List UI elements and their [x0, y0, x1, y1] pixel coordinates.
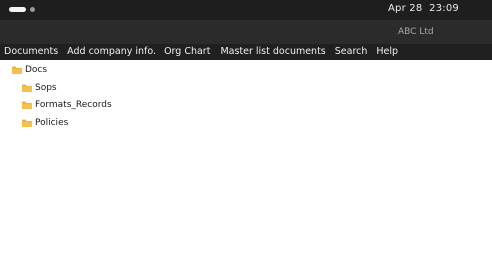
workspace-active-indicator	[9, 7, 26, 12]
menu-help[interactable]: Help	[372, 44, 402, 60]
tree-node-policies[interactable]: Policies	[22, 116, 68, 130]
clock[interactable]: Apr 28 23:09	[388, 3, 459, 14]
folder-icon	[22, 84, 32, 92]
menu-search[interactable]: Search	[331, 44, 373, 60]
activities-indicator[interactable]	[9, 6, 39, 14]
workspace-inactive-indicator	[30, 7, 35, 12]
window-titlebar[interactable]: ABC Ltd	[0, 20, 492, 44]
clock-time: 23:09	[429, 3, 459, 14]
folder-tree: Docs Sops Formats_Records Policies	[0, 60, 492, 253]
folder-icon	[12, 66, 22, 74]
tree-node-label: Sops	[35, 83, 57, 93]
menu-master-list-documents[interactable]: Master list documents	[216, 44, 330, 60]
tree-node-root[interactable]: Docs	[12, 63, 47, 77]
menu-org-chart[interactable]: Org Chart	[160, 44, 216, 60]
tree-node-formats-records[interactable]: Formats_Records	[22, 98, 112, 112]
menu-documents[interactable]: Documents	[0, 44, 63, 60]
window-title: ABC Ltd	[398, 27, 434, 37]
tree-node-label: Docs	[25, 65, 48, 75]
clock-date: Apr 28	[388, 3, 423, 14]
tree-node-label: Formats_Records	[35, 100, 112, 110]
menu-add-company-info[interactable]: Add company info.	[63, 44, 160, 60]
menu-bar: Documents Add company info. Org Chart Ma…	[0, 44, 492, 60]
folder-icon	[22, 119, 32, 127]
folder-icon	[22, 101, 32, 109]
top-bar: Apr 28 23:09	[0, 0, 492, 20]
tree-node-label: Policies	[35, 118, 69, 128]
tree-node-sops[interactable]: Sops	[22, 81, 57, 95]
